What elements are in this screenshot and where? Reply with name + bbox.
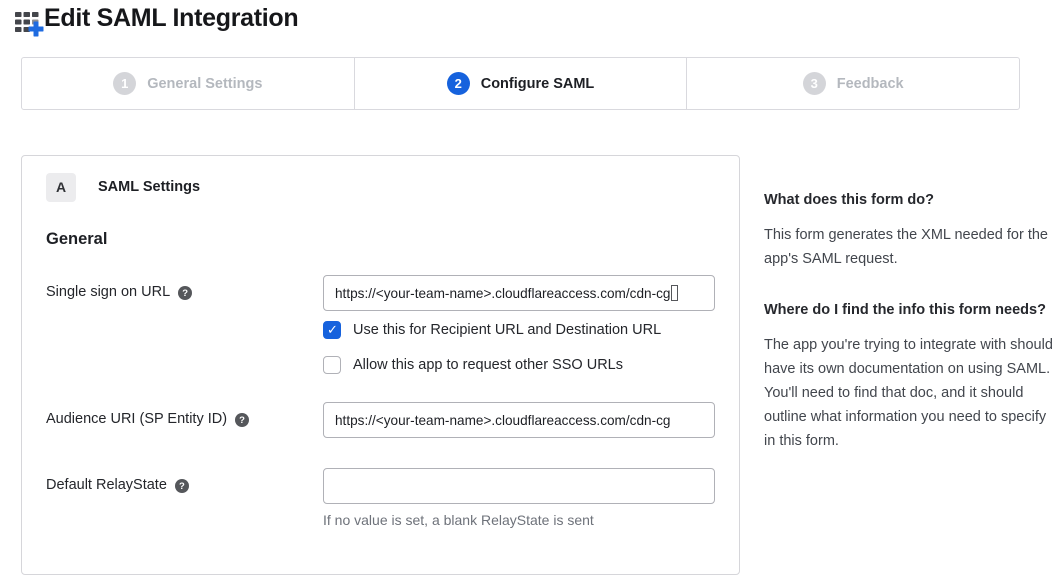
audience-uri-input[interactable] bbox=[323, 402, 715, 438]
page-title: Edit SAML Integration bbox=[44, 4, 298, 33]
audience-uri-label-group: Audience URI (SP Entity ID) ? bbox=[46, 402, 323, 438]
page-header: Edit SAML Integration bbox=[0, 0, 1063, 48]
step-number-badge: 2 bbox=[447, 72, 470, 95]
recipient-url-checkbox[interactable] bbox=[323, 321, 341, 339]
section-header: A SAML Settings bbox=[46, 172, 715, 202]
help-sidebar: What does this form do? This form genera… bbox=[764, 155, 1056, 575]
relay-state-helper-text: If no value is set, a blank RelayState i… bbox=[323, 512, 715, 528]
other-sso-checkbox-label: Allow this app to request other SSO URLs bbox=[353, 357, 623, 373]
app-grid-plus-icon bbox=[13, 7, 45, 39]
other-sso-checkbox-row: Allow this app to request other SSO URLs bbox=[323, 354, 715, 376]
sso-url-row: Single sign on URL ? https://<your-team-… bbox=[46, 275, 715, 376]
recipient-url-checkbox-label: Use this for Recipient URL and Destinati… bbox=[353, 322, 661, 338]
sso-url-controls: https://<your-team-name>.cloudflareacces… bbox=[323, 275, 715, 376]
relay-state-input[interactable] bbox=[323, 468, 715, 504]
group-title-general: General bbox=[46, 230, 715, 249]
wizard-stepbar: 1 General Settings 2 Configure SAML 3 Fe… bbox=[21, 57, 1020, 110]
step-label: Feedback bbox=[837, 76, 904, 92]
step-label: Configure SAML bbox=[481, 76, 595, 92]
step-number-badge: 1 bbox=[113, 72, 136, 95]
other-sso-checkbox[interactable] bbox=[323, 356, 341, 374]
help-icon[interactable]: ? bbox=[235, 413, 249, 427]
sidebar-body-what: This form generates the XML needed for t… bbox=[764, 223, 1056, 271]
text-cursor bbox=[671, 285, 678, 301]
sidebar-heading-what: What does this form do? bbox=[764, 190, 1056, 211]
recipient-url-checkbox-row: Use this for Recipient URL and Destinati… bbox=[323, 319, 715, 341]
sso-url-label: Single sign on URL bbox=[46, 284, 170, 300]
section-title: SAML Settings bbox=[98, 179, 200, 195]
step-feedback[interactable]: 3 Feedback bbox=[686, 58, 1019, 109]
step-label: General Settings bbox=[147, 76, 262, 92]
relay-state-label: Default RelayState bbox=[46, 477, 167, 493]
help-icon[interactable]: ? bbox=[178, 286, 192, 300]
relay-state-controls: If no value is set, a blank RelayState i… bbox=[323, 468, 715, 528]
sso-url-input[interactable]: https://<your-team-name>.cloudflareacces… bbox=[323, 275, 715, 311]
audience-uri-label: Audience URI (SP Entity ID) bbox=[46, 411, 227, 427]
help-icon[interactable]: ? bbox=[175, 479, 189, 493]
audience-uri-controls bbox=[323, 402, 715, 438]
relay-state-row: Default RelayState ? If no value is set,… bbox=[46, 468, 715, 528]
sidebar-body-where: The app you're trying to integrate with … bbox=[764, 333, 1056, 453]
step-configure-saml[interactable]: 2 Configure SAML bbox=[354, 58, 687, 109]
sidebar-heading-where: Where do I find the info this form needs… bbox=[764, 300, 1056, 321]
step-general-settings[interactable]: 1 General Settings bbox=[22, 58, 354, 109]
content-area: A SAML Settings General Single sign on U… bbox=[21, 155, 1056, 575]
step-number-badge: 3 bbox=[803, 72, 826, 95]
section-badge: A bbox=[46, 173, 76, 202]
saml-settings-panel: A SAML Settings General Single sign on U… bbox=[21, 155, 740, 575]
sso-url-label-group: Single sign on URL ? bbox=[46, 275, 323, 376]
sso-url-value: https://<your-team-name>.cloudflareacces… bbox=[335, 286, 670, 301]
relay-state-label-group: Default RelayState ? bbox=[46, 468, 323, 528]
audience-uri-row: Audience URI (SP Entity ID) ? bbox=[46, 402, 715, 438]
